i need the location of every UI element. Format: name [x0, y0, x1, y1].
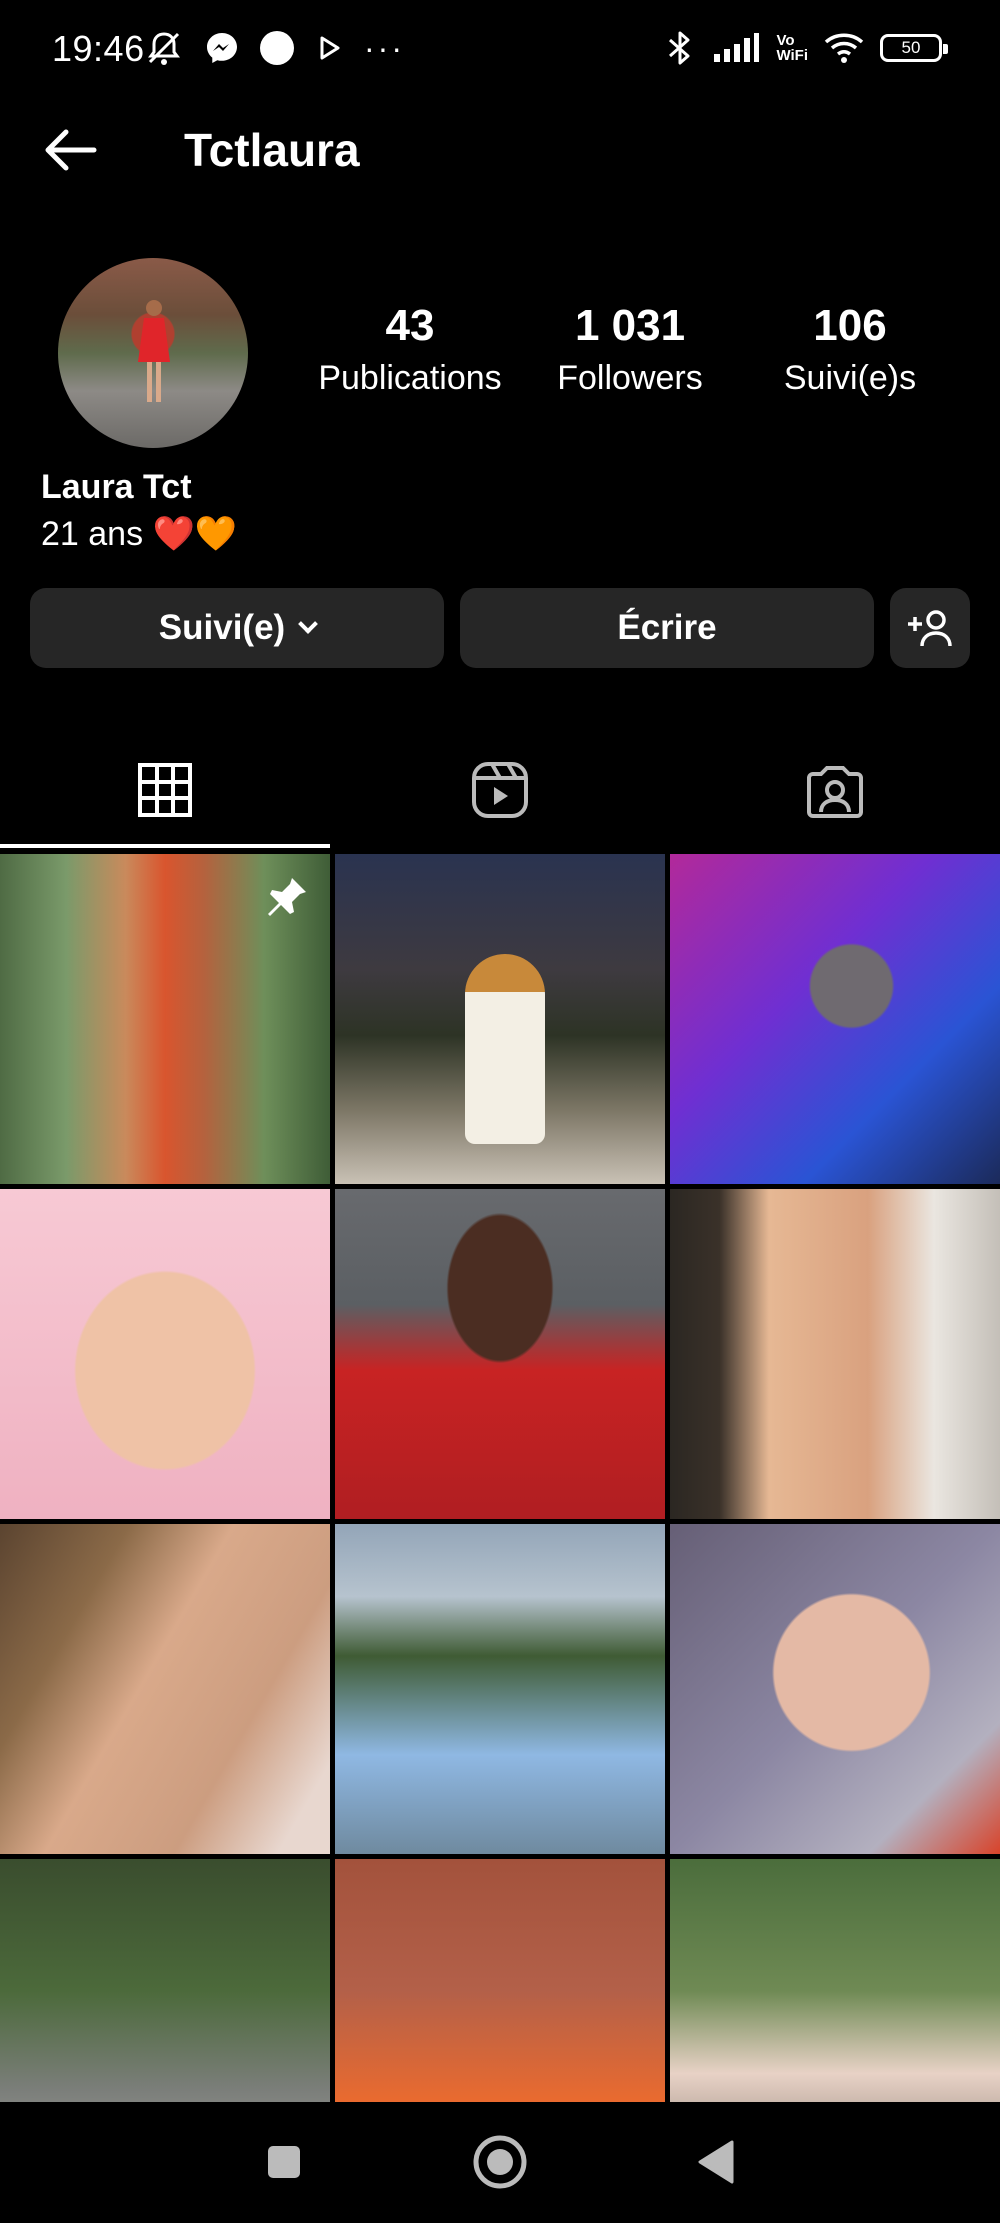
- post-thumbnail[interactable]: [0, 1859, 330, 2102]
- status-bar: 19:46 ··· Vo WiFi 50: [0, 0, 1000, 96]
- chevron-down-icon: [298, 614, 319, 634]
- post-thumbnail[interactable]: [670, 854, 1000, 1184]
- tab-reels[interactable]: [335, 730, 665, 850]
- status-left-icons: ···: [144, 28, 405, 68]
- profile-header-bar: Tctlaura: [0, 110, 1000, 190]
- stat-following[interactable]: 106 Suivi(e)s: [740, 300, 960, 400]
- avatar-figure: [138, 300, 170, 402]
- vowifi-icon: Vo WiFi: [776, 28, 808, 68]
- status-time: 19:46: [52, 28, 145, 69]
- play-store-icon: [314, 28, 344, 68]
- page-title: Tctlaura: [184, 124, 360, 176]
- grid-icon: [138, 763, 192, 817]
- tagged-icon: [807, 766, 863, 818]
- post-thumbnail[interactable]: [0, 1524, 330, 1854]
- pin-icon: [268, 878, 306, 916]
- more-dots-icon: ···: [364, 30, 405, 66]
- post-thumbnail[interactable]: [335, 1859, 665, 2102]
- stat-label: Followers: [557, 359, 703, 397]
- stat-followers[interactable]: 1 031 Followers: [520, 300, 740, 400]
- add-user-icon: [908, 610, 952, 647]
- profile-actions: Suivi(e) Écrire: [30, 588, 970, 668]
- active-tab-indicator: [0, 844, 330, 848]
- add-user-button[interactable]: [890, 588, 970, 668]
- arrow-left-icon[interactable]: [38, 122, 102, 178]
- reels-icon: [472, 762, 528, 818]
- post-thumbnail[interactable]: [0, 854, 330, 1184]
- battery-icon: 50: [880, 28, 948, 68]
- stat-value: 43: [385, 301, 435, 350]
- battery-level: 50: [880, 34, 948, 62]
- mute-vibrate-icon: [144, 28, 184, 68]
- status-right-icons: Vo WiFi 50: [664, 28, 948, 68]
- back-icon[interactable]: [686, 2132, 746, 2192]
- vowifi-line1: Vo: [776, 32, 795, 49]
- stat-label: Publications: [318, 359, 502, 397]
- post-thumbnail[interactable]: [670, 1859, 1000, 2102]
- bluetooth-icon: [664, 28, 696, 68]
- profile-stats: 43 Publications 1 031 Followers 106 Suiv…: [300, 300, 960, 400]
- stat-publications[interactable]: 43 Publications: [300, 300, 520, 400]
- profile-bio: 21 ans ❤️🧡: [41, 515, 238, 553]
- post-thumbnail[interactable]: [335, 1189, 665, 1519]
- stat-value: 106: [813, 301, 887, 350]
- circle-notification-icon: [260, 28, 294, 68]
- post-thumbnail[interactable]: [335, 854, 665, 1184]
- post-thumbnail[interactable]: [670, 1189, 1000, 1519]
- photo-subject: [465, 954, 545, 1144]
- tab-grid[interactable]: [0, 730, 330, 850]
- messenger-icon: [204, 28, 240, 68]
- profile-tabs: [0, 730, 1000, 850]
- avatar[interactable]: [58, 258, 248, 448]
- tab-tagged[interactable]: [670, 730, 1000, 850]
- post-thumbnail[interactable]: [0, 1189, 330, 1519]
- message-button[interactable]: Écrire: [460, 588, 874, 668]
- following-button[interactable]: Suivi(e): [30, 588, 444, 668]
- stat-value: 1 031: [574, 301, 686, 350]
- post-thumbnail[interactable]: [670, 1524, 1000, 1854]
- stat-label: Suivi(e)s: [783, 359, 917, 397]
- vowifi-line2: WiFi: [776, 47, 808, 64]
- posts-grid: [0, 854, 1000, 2102]
- system-nav-bar: [0, 2102, 1000, 2223]
- message-button-label: Écrire: [617, 608, 717, 647]
- profile-name: Laura Tct: [41, 468, 192, 506]
- signal-icon: [712, 28, 760, 68]
- recent-apps-icon[interactable]: [254, 2132, 314, 2192]
- home-icon[interactable]: [470, 2132, 530, 2192]
- wifi-icon: [824, 28, 864, 68]
- post-thumbnail[interactable]: [335, 1524, 665, 1854]
- following-button-label: Suivi(e): [158, 608, 286, 647]
